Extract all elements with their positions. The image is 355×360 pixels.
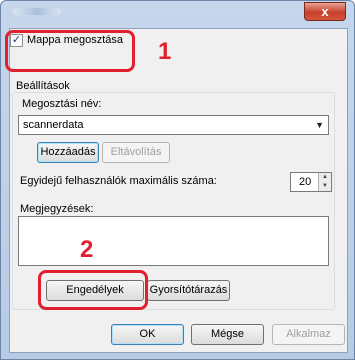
share-name-select[interactable]: scannerdata ▼ (18, 115, 329, 135)
max-users-spinner[interactable]: 20 ▲ ▼ (290, 172, 332, 192)
comments-textarea[interactable] (18, 216, 329, 266)
title-text-blurred (13, 8, 61, 15)
callout-box-step2 (38, 270, 148, 310)
spinner-arrows-icon[interactable]: ▲ ▼ (318, 173, 331, 191)
callout-box-step1 (5, 30, 135, 72)
close-button[interactable]: x (304, 2, 346, 21)
step-2-number: 2 (80, 236, 94, 263)
cancel-button[interactable]: Mégse (191, 324, 264, 345)
max-users-value: 20 (299, 176, 312, 188)
max-users-label: Egyidejű felhasználók maximális száma: (20, 175, 217, 187)
share-name-label: Megosztási név: (22, 98, 102, 110)
ok-button[interactable]: OK (111, 324, 184, 345)
share-name-value: scannerdata (23, 119, 84, 131)
comments-label: Megjegyzések: (20, 203, 94, 215)
step-1-number: 1 (158, 38, 172, 65)
apply-button[interactable]: Alkalmaz (272, 324, 345, 345)
title-bar[interactable]: x (1, 1, 354, 29)
settings-group-label: Beállítások (14, 80, 72, 92)
chevron-down-icon[interactable]: ▼ (315, 120, 324, 130)
remove-button[interactable]: Eltávolítás (102, 142, 170, 163)
add-button[interactable]: Hozzáadás (37, 142, 99, 163)
caching-button[interactable]: Gyorsítótárazás (147, 280, 230, 301)
